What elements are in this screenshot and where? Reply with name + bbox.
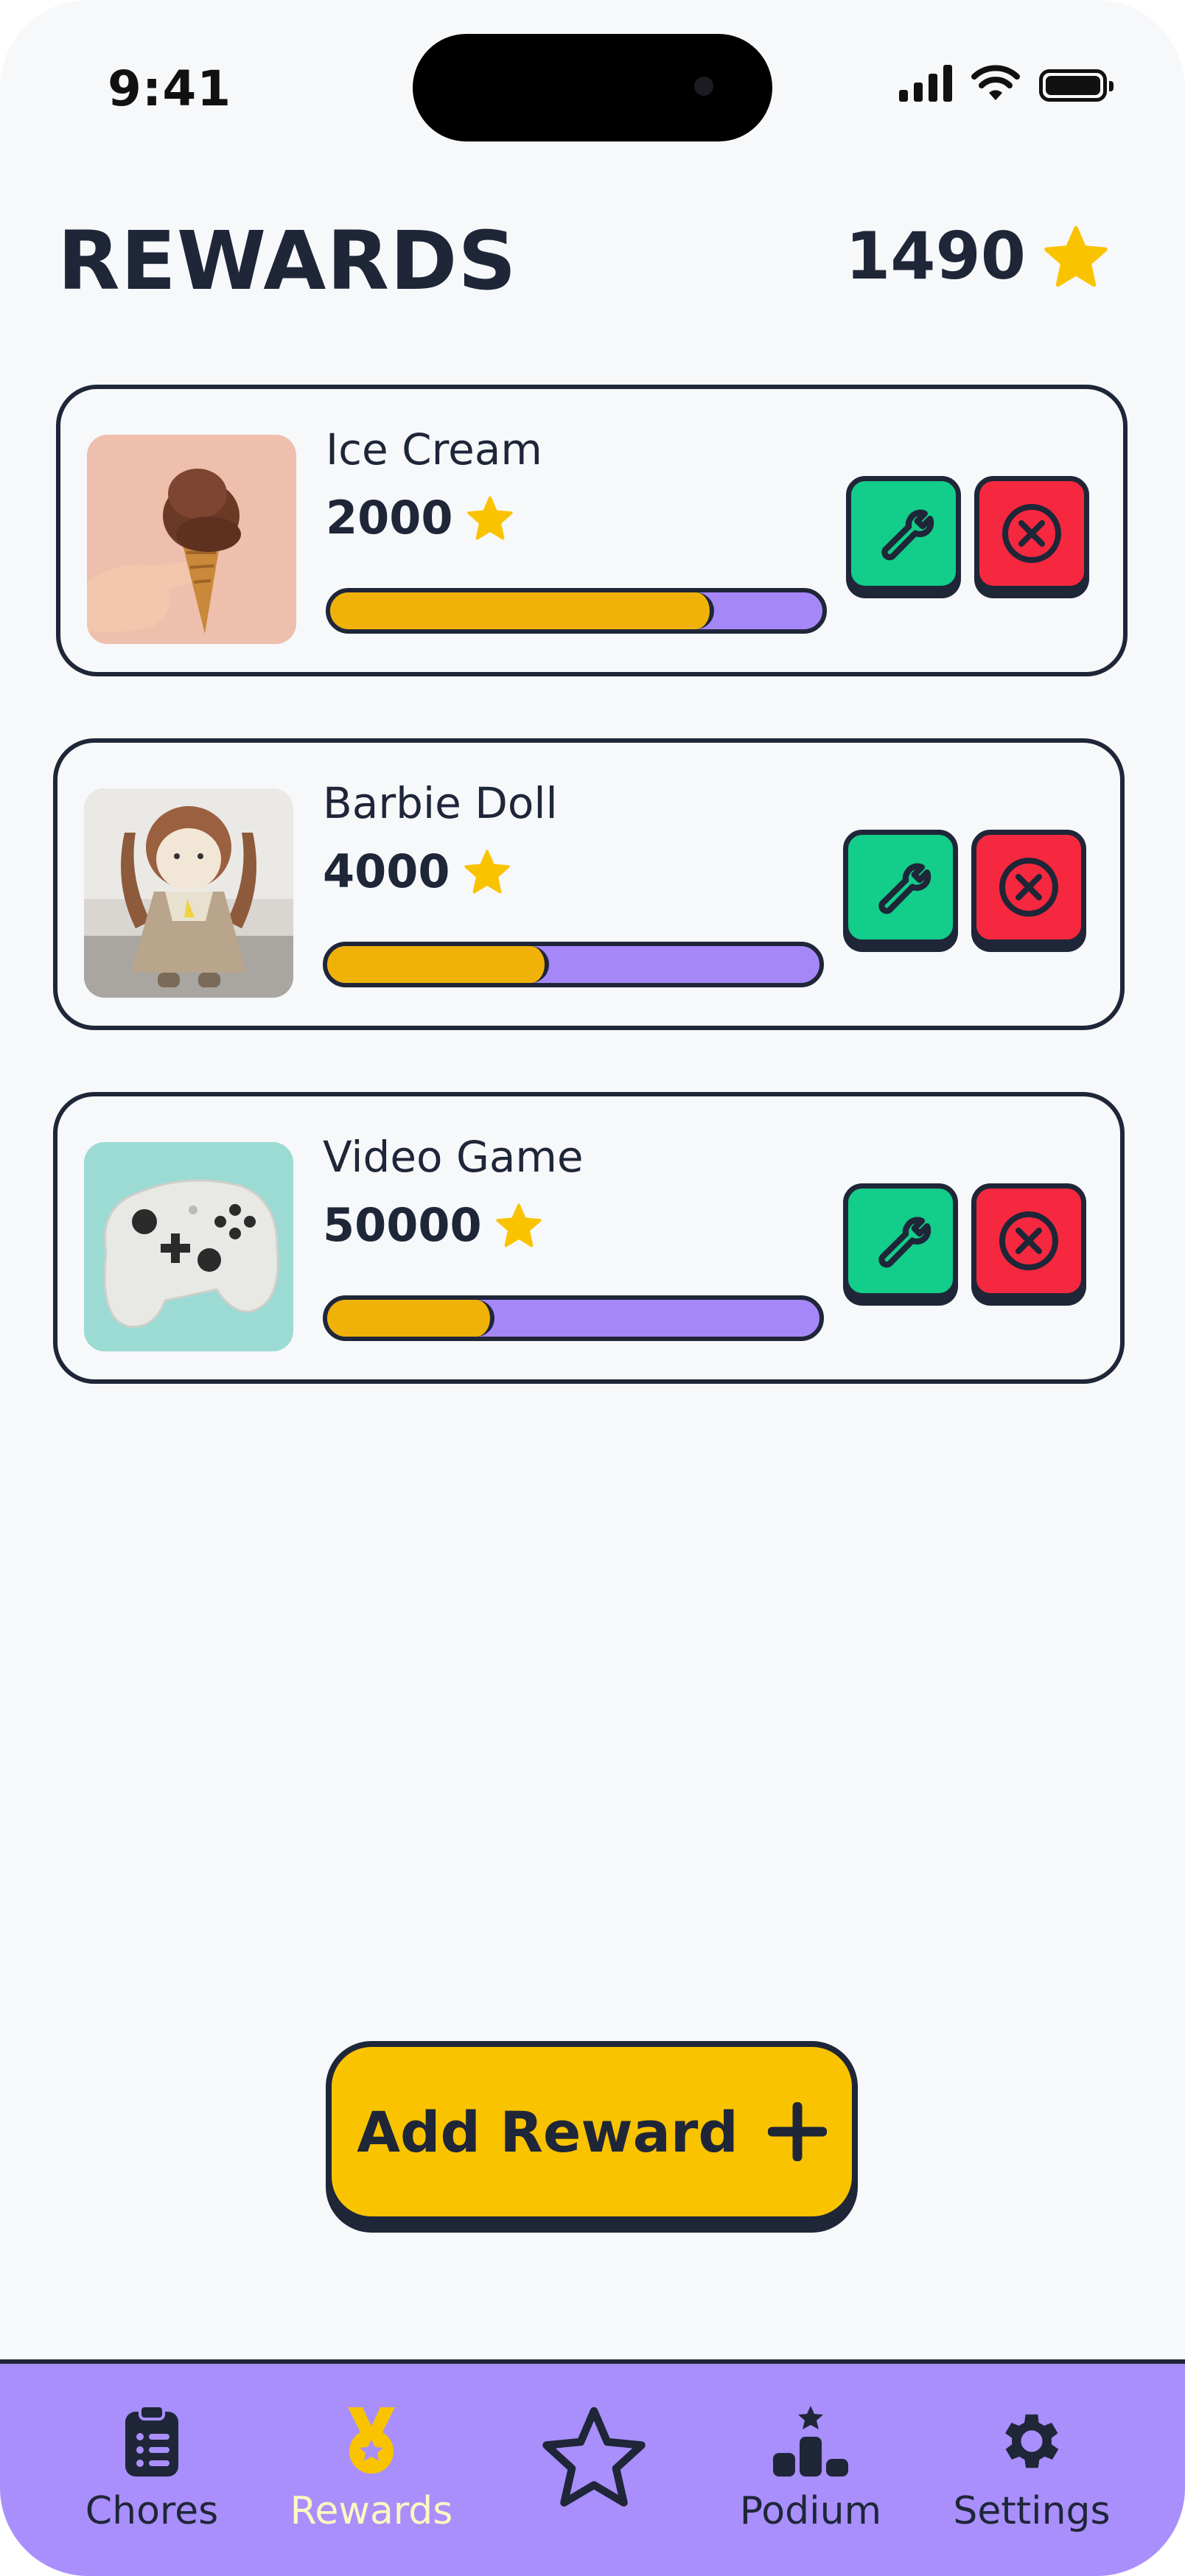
- add-reward-button[interactable]: Add Reward: [326, 2041, 858, 2222]
- reward-image-doll: [84, 788, 293, 998]
- page-title: REWARDS: [57, 214, 517, 308]
- wrench-icon: [881, 509, 934, 561]
- reward-card[interactable]: Video Game 50000: [53, 1092, 1125, 1384]
- reward-progress-bar: [323, 942, 824, 987]
- reward-image-ice-cream: [87, 435, 296, 644]
- reward-cost: 2000: [326, 491, 514, 545]
- nav-label: Settings: [953, 2489, 1111, 2533]
- podium-icon: [773, 2406, 848, 2477]
- reward-image-controller: [84, 1142, 293, 1351]
- reward-name: Barbie Doll: [323, 778, 558, 828]
- nav-item-star[interactable]: [498, 2407, 690, 2507]
- cellular-signal-icon: [899, 65, 952, 102]
- balance-value: 1490: [845, 218, 1026, 294]
- nav-label: Chores: [85, 2489, 219, 2533]
- reward-name: Ice Cream: [326, 424, 542, 475]
- nav-label: Podium: [739, 2489, 882, 2533]
- reward-progress-fill: [327, 1300, 495, 1337]
- reward-cost-value: 4000: [323, 844, 450, 898]
- reward-cost-value: 50000: [323, 1198, 482, 1252]
- reward-cost: 50000: [323, 1198, 542, 1252]
- wrench-icon: [878, 1217, 931, 1268]
- nav-item-podium[interactable]: Podium: [715, 2401, 906, 2533]
- medal-icon: [348, 2407, 395, 2474]
- reward-card[interactable]: Ice Cream 2000: [56, 385, 1128, 676]
- app-screen: 9:41 REWARDS 1490 Ice Cream 2000 Barbie …: [0, 0, 1185, 2576]
- clipboard-list-icon: [125, 2404, 178, 2477]
- nav-item-chores[interactable]: Chores: [56, 2401, 248, 2533]
- star-icon: [1044, 225, 1108, 287]
- wrench-icon: [878, 863, 931, 914]
- delete-button[interactable]: [971, 830, 1086, 945]
- star-balance: 1490: [845, 218, 1108, 294]
- plus-icon: [767, 2102, 827, 2161]
- close-circle-icon: [999, 1211, 1058, 1270]
- reward-progress-bar: [326, 588, 827, 634]
- dynamic-island: [413, 34, 772, 141]
- status-icons: [899, 65, 1114, 102]
- star-icon: [466, 496, 513, 539]
- delete-button[interactable]: [971, 1183, 1086, 1298]
- edit-button[interactable]: [843, 1183, 958, 1298]
- reward-progress-bar: [323, 1295, 824, 1341]
- close-circle-icon: [999, 858, 1058, 917]
- reward-name: Video Game: [323, 1132, 584, 1182]
- edit-button[interactable]: [846, 476, 961, 591]
- add-reward-label: Add Reward: [357, 2099, 738, 2165]
- nav-item-rewards[interactable]: Rewards: [276, 2401, 467, 2533]
- star-icon: [496, 1203, 542, 1247]
- gear-icon: [1005, 2414, 1059, 2468]
- reward-progress-fill: [327, 946, 549, 983]
- star-icon: [464, 850, 510, 893]
- battery-icon: [1039, 69, 1114, 102]
- reward-progress-fill: [330, 592, 715, 629]
- reward-cost-value: 2000: [326, 491, 453, 545]
- edit-button[interactable]: [843, 830, 958, 945]
- wifi-icon: [971, 65, 1020, 100]
- delete-button[interactable]: [974, 476, 1089, 591]
- reward-cost: 4000: [323, 844, 511, 898]
- reward-card[interactable]: Barbie Doll 4000: [53, 738, 1125, 1030]
- bottom-nav: Chores Rewards Podium Settings: [0, 2359, 1185, 2576]
- nav-item-settings[interactable]: Settings: [936, 2401, 1128, 2533]
- status-time: 9:41: [108, 60, 232, 117]
- star-outline-icon: [542, 2407, 646, 2507]
- close-circle-icon: [1002, 504, 1061, 563]
- nav-label: Rewards: [290, 2489, 453, 2533]
